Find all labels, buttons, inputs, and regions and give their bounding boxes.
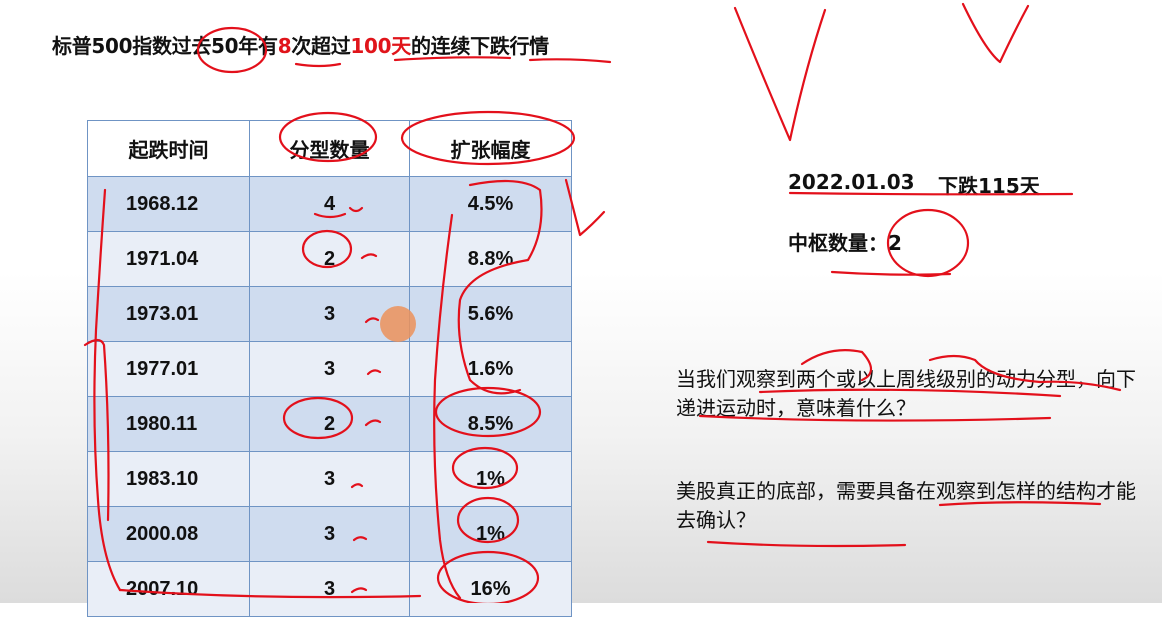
annotation-circle-header — [278, 111, 378, 163]
annotation-circle-expansion — [434, 386, 542, 438]
annotation-underline-q1 — [928, 354, 1122, 392]
annotation-tick — [352, 536, 368, 542]
annotation-tick — [366, 369, 382, 376]
annotation-underline-hub — [830, 270, 952, 276]
annotation-circle-header — [400, 110, 576, 166]
annotation-circle-count — [282, 396, 354, 440]
annotation-circle-expansion — [451, 446, 519, 490]
annotation-loop — [800, 349, 873, 382]
annotation-circle-expansion — [456, 496, 520, 544]
annotation-check — [564, 178, 606, 237]
annotation-tick — [348, 206, 364, 213]
annotation-underline-q1 — [758, 388, 1062, 398]
annotation-underline-title-end — [528, 58, 612, 64]
annotation-bracket-expansion — [457, 179, 543, 395]
annotation-underline-bottom — [118, 588, 422, 599]
annotation-circle-hub — [886, 208, 970, 278]
annotation-tick — [360, 253, 378, 260]
annotation-tick — [364, 317, 380, 324]
handwritten-annotations — [83, 2, 1122, 603]
annotation-underline-count — [294, 62, 342, 68]
annotation-underline-days — [393, 56, 512, 62]
annotation-v-mark — [961, 2, 1030, 64]
annotation-tick — [364, 419, 382, 427]
annotation-underline-q1 — [698, 414, 1052, 422]
annotation-tick — [313, 212, 347, 219]
annotation-tick — [350, 587, 368, 594]
annotation-underline-date — [788, 191, 1074, 196]
annotation-circle-title — [196, 26, 268, 74]
annotation-underline-q2 — [938, 501, 1102, 507]
annotation-circle-expansion — [436, 550, 540, 603]
annotation-tick — [350, 483, 364, 489]
annotation-circle-count — [301, 229, 353, 269]
annotation-underline-q2 — [706, 540, 907, 548]
annotation-v-mark — [733, 6, 827, 142]
